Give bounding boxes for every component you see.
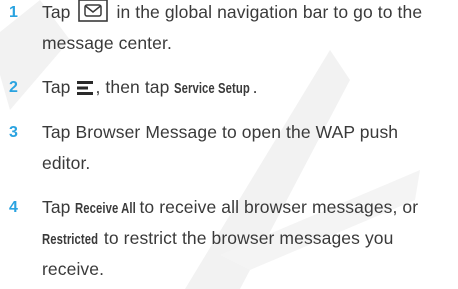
step-text: to receive all browser messages, or — [139, 197, 419, 217]
step-number: 2 — [9, 79, 18, 96]
step-text: Tap — [42, 2, 71, 22]
step-text: Tap — [42, 77, 71, 97]
step-text-line: editor. — [42, 153, 91, 173]
step-text-line: receive. — [42, 259, 105, 279]
step-number: 1 — [9, 4, 18, 21]
step-number: 3 — [9, 124, 18, 141]
step-text: to restrict the browser messages you — [103, 228, 394, 248]
restricted-label: Restricted — [42, 232, 99, 248]
service-setup-label: Service Setup — [174, 81, 251, 97]
step-text-line: Tap Receive All to receive all browser me… — [42, 192, 418, 225]
step-text: Tap — [42, 197, 71, 217]
receive-all-label: Receive All — [75, 201, 137, 217]
step-text-line: Tap in the global navigation bar to go t… — [42, 0, 422, 28]
step-text: , then tap — [95, 77, 170, 97]
step-number: 4 — [9, 199, 18, 216]
step-text: . — [252, 77, 258, 97]
menu-icon — [77, 74, 94, 105]
step-text-line: Restricted to restrict the browser messag… — [42, 223, 393, 256]
step-text-line: Tap Browser Message to open the WAP push — [42, 122, 399, 142]
step-text: in the global navigation bar to go to th… — [116, 2, 423, 22]
step-text-line: Tap , then tap Service Setup. — [42, 72, 258, 105]
step-text-line: message center. — [42, 33, 172, 53]
message-center-envelope-icon — [78, 0, 109, 22]
